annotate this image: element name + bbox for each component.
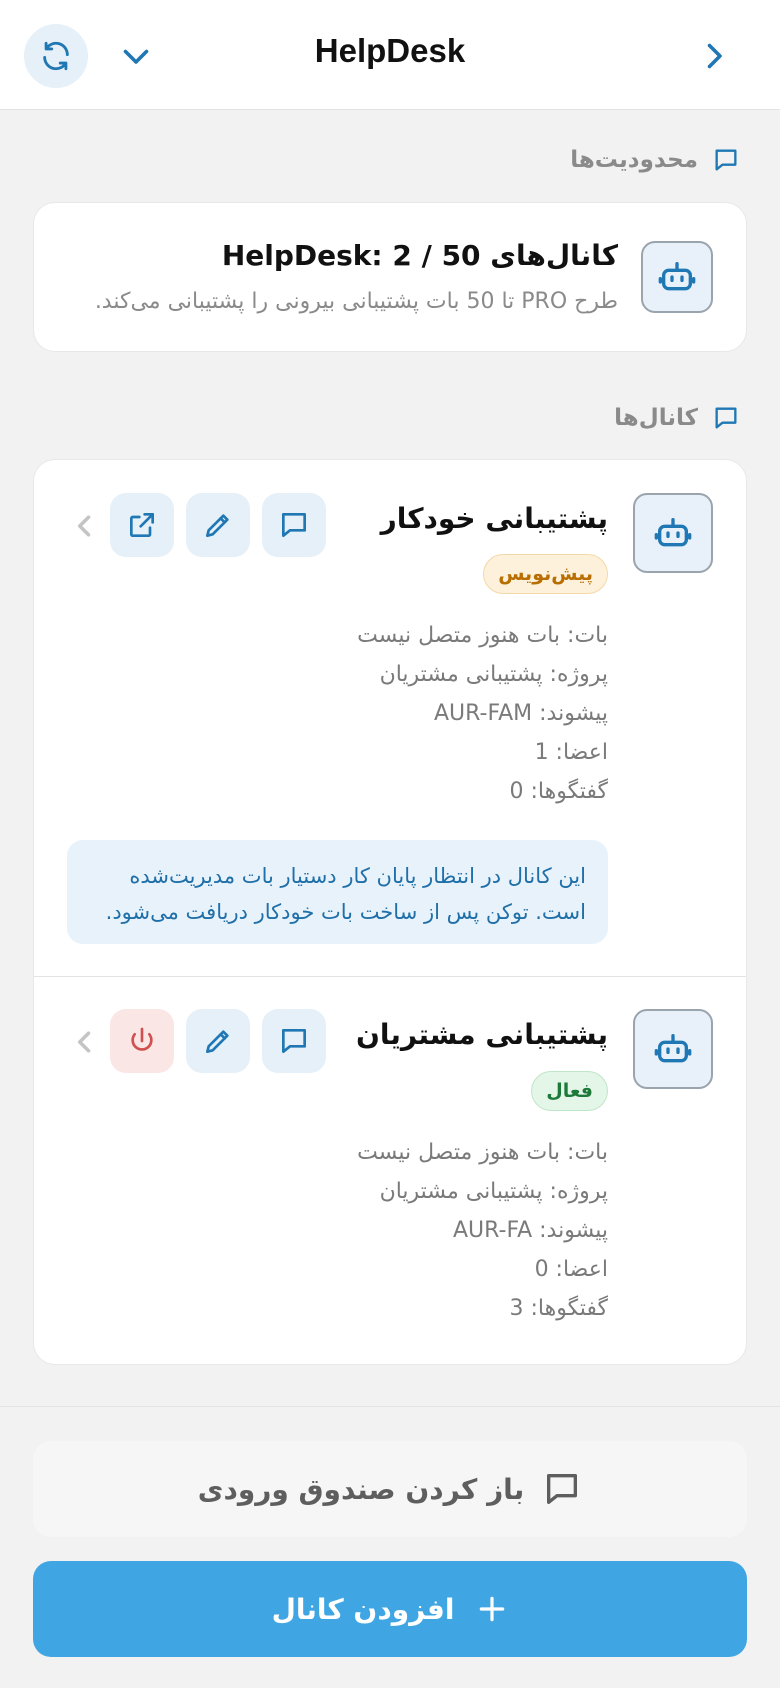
external-link-icon <box>130 513 154 537</box>
open-external-button[interactable] <box>110 493 174 557</box>
limits-section-label: محدودیت‌ها <box>570 147 698 173</box>
status-badge: پیش‌نویس <box>483 554 608 594</box>
page-title: HelpDesk <box>314 32 466 69</box>
chat-icon <box>715 407 737 429</box>
limits-subtitle: طرح PRO تا 50 بات پشتیبانی بیرونی را پشت… <box>94 289 618 314</box>
status-badge: فعال <box>531 1071 608 1111</box>
edit-button[interactable] <box>186 493 250 557</box>
helpdesk-screen: HelpDesk محدودیت‌ها کانال‌های HelpDesk: … <box>0 0 780 1688</box>
chat-icon <box>282 513 306 537</box>
bot-icon <box>658 262 696 291</box>
bottom-actions: باز کردن صندوق ورودی افزودن کانال <box>0 1406 780 1688</box>
power-icon <box>131 1027 153 1051</box>
chat-icon <box>715 149 737 171</box>
bot-icon <box>654 518 692 547</box>
chevron-left-icon[interactable] <box>74 1028 96 1056</box>
chat-icon <box>282 1029 306 1053</box>
limits-card: کانال‌های HelpDesk: 2 / 50 طرح PRO تا 50… <box>33 202 747 352</box>
channel-name: پشتیبانی مشتریان <box>356 1018 608 1051</box>
limits-title: کانال‌های HelpDesk: 2 / 50 <box>221 239 618 272</box>
chat-button[interactable] <box>262 493 326 557</box>
channel-project: پروژه: پشتیبانی مشتریان <box>379 662 608 687</box>
open-inbox-label: باز کردن صندوق ورودی <box>197 1472 525 1506</box>
bot-avatar <box>641 241 713 313</box>
channel-prefix: پیشوند: AUR-FA <box>452 1218 608 1243</box>
open-inbox-button[interactable]: باز کردن صندوق ورودی <box>33 1441 747 1537</box>
power-button[interactable] <box>110 1009 174 1073</box>
bot-icon <box>654 1034 692 1063</box>
top-bar: HelpDesk <box>0 0 780 110</box>
divider <box>34 976 746 977</box>
chat-button[interactable] <box>262 1009 326 1073</box>
channel-bot: بات: بات هنوز متصل نیست <box>357 1140 608 1165</box>
bot-avatar <box>633 1009 713 1089</box>
info-note: این کانال در انتظار پایان کار دستیار بات… <box>67 840 608 944</box>
channels-section-label: کانال‌ها <box>614 405 698 431</box>
channel-project: پروژه: پشتیبانی مشتریان <box>379 1179 608 1204</box>
limits-section-header: محدودیت‌ها <box>570 142 740 178</box>
chevron-right-icon[interactable] <box>696 36 732 76</box>
channel-conversations: گفتگوها: 3 <box>509 1296 608 1321</box>
add-channel-label: افزودن کانال <box>271 1592 455 1626</box>
channel-members: اعضا: 0 <box>534 1257 608 1282</box>
edit-icon <box>206 1030 229 1053</box>
plus-icon <box>480 1596 505 1622</box>
channel-conversations: گفتگوها: 0 <box>509 779 608 804</box>
chat-icon <box>547 1474 578 1504</box>
edit-button[interactable] <box>186 1009 250 1073</box>
channel-name: پشتیبانی خودکار <box>380 502 608 535</box>
chevron-left-icon[interactable] <box>74 512 96 540</box>
add-channel-button[interactable]: افزودن کانال <box>33 1561 747 1657</box>
channel-members: اعضا: 1 <box>534 740 608 765</box>
bot-avatar <box>633 493 713 573</box>
channel-bot: بات: بات هنوز متصل نیست <box>357 623 608 648</box>
channel-prefix: پیشوند: AUR-FAM <box>434 701 608 726</box>
channels-card: پشتیبانی خودکار پیش‌نویس بات: بات هنوز م… <box>33 459 747 1365</box>
channels-section-header: کانال‌ها <box>614 400 740 436</box>
edit-icon <box>206 514 229 537</box>
